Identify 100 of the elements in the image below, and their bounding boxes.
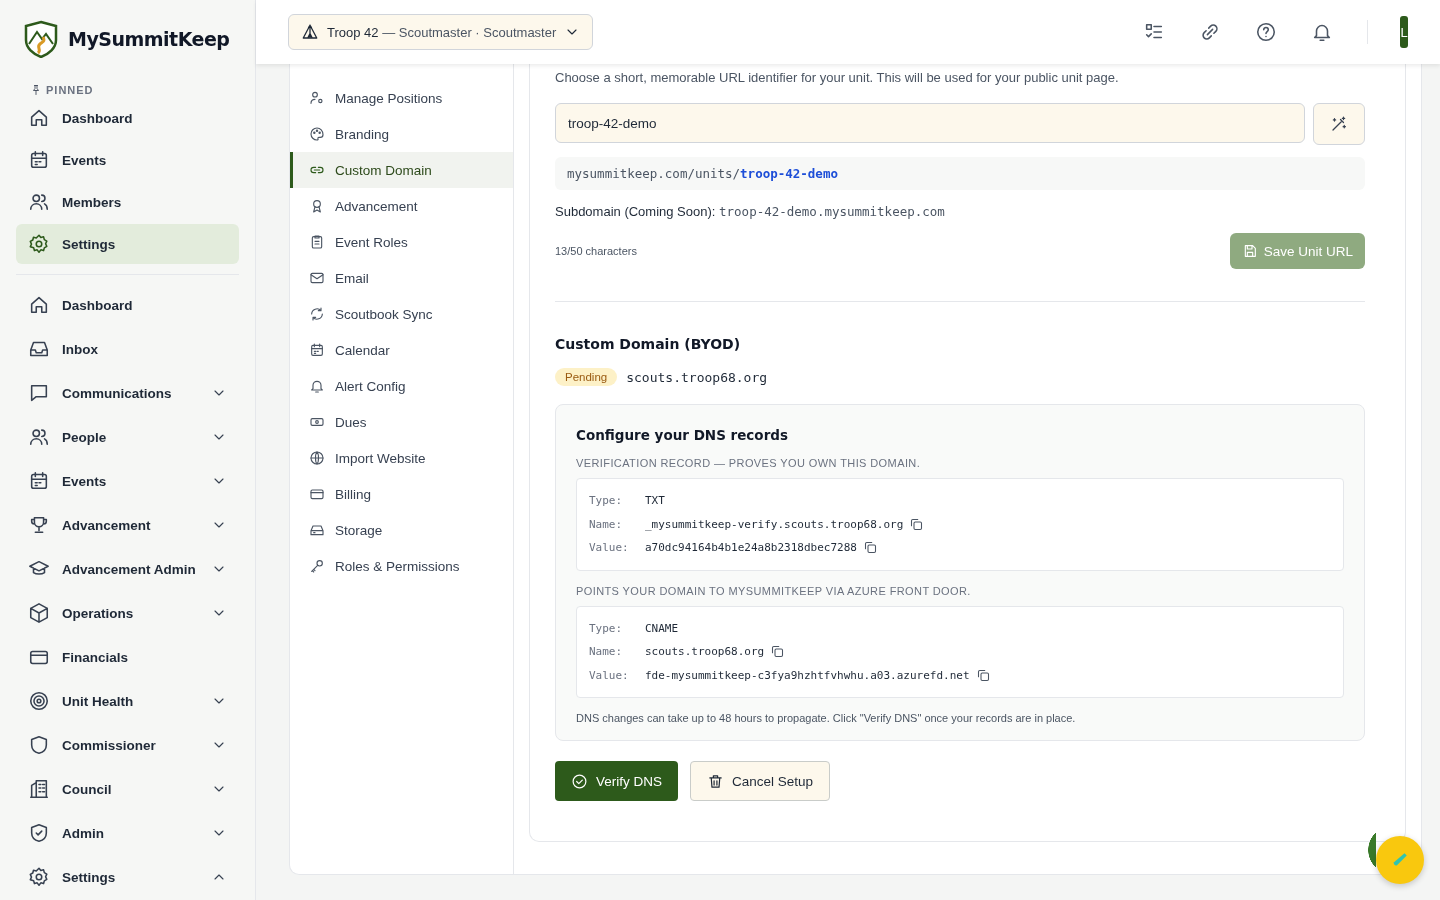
settings-nav-item[interactable]: Event Roles xyxy=(290,224,513,260)
shield-icon xyxy=(28,734,50,756)
palette-icon xyxy=(309,126,325,142)
sidebar-item[interactable]: Financials xyxy=(16,635,239,679)
field-label: Value: xyxy=(589,541,630,555)
target-icon xyxy=(28,690,50,712)
settings-icon xyxy=(28,233,50,255)
settings-nav-item[interactable]: Billing xyxy=(290,476,513,512)
field-value: _mysummitkeep-verify.scouts.troop68.org xyxy=(645,517,904,531)
settings-nav-item[interactable]: Scoutbook Sync xyxy=(290,296,513,332)
box-icon xyxy=(28,602,50,624)
record-caption: VERIFICATION RECORD — PROVES YOU OWN THIS DOMAIN. xyxy=(576,457,922,469)
subdomain-label: Subdomain (Coming Soon): xyxy=(555,204,716,219)
sidebar-item[interactable]: Communications xyxy=(16,371,239,415)
field-value: TXT xyxy=(645,494,665,508)
field-label: Name: xyxy=(589,517,624,531)
copy-icon xyxy=(770,644,786,660)
sidebar-item[interactable]: Operations xyxy=(16,591,239,635)
link-button[interactable] xyxy=(1199,21,1221,43)
copy-button[interactable] xyxy=(975,667,991,683)
field-value: scouts.troop68.org xyxy=(645,645,765,659)
sidebar-item[interactable]: Events xyxy=(16,459,239,503)
drive-icon xyxy=(309,522,325,538)
home-icon xyxy=(28,294,50,316)
field-label: Value: xyxy=(589,668,630,682)
sidebar-item[interactable]: Dashboard xyxy=(16,98,239,138)
users-icon xyxy=(28,191,50,213)
check-circle-icon xyxy=(571,772,588,790)
building-icon xyxy=(28,778,50,800)
settings-nav-item[interactable]: Advancement xyxy=(290,188,513,224)
trash-icon xyxy=(707,772,725,790)
sidebar-item[interactable]: Events xyxy=(16,140,239,180)
globe-icon xyxy=(309,450,325,466)
sidebar-item[interactable]: Advancement xyxy=(16,503,239,547)
mail-icon xyxy=(309,270,325,286)
calendar-icon xyxy=(28,149,50,171)
field-value: a70dc94164b4b1e24a8b2318dbec7288 xyxy=(645,541,857,555)
section-title: Custom Domain (BYOD) xyxy=(555,336,742,352)
sync-icon xyxy=(309,306,325,322)
sidebar-item[interactable]: Commissioner xyxy=(16,723,239,767)
settings-nav-item[interactable]: Dues xyxy=(290,404,513,440)
sidebar-item[interactable]: Members xyxy=(16,182,239,222)
settings-nav-item[interactable]: Roles & Permissions xyxy=(290,548,513,584)
copy-button[interactable] xyxy=(909,516,925,532)
bell-icon xyxy=(309,378,325,394)
key-icon xyxy=(309,558,325,574)
settings-nav-item[interactable]: Email xyxy=(290,260,513,296)
url-preview: mysummitkeep.com/units/troop-42-demo xyxy=(555,157,1365,190)
settings-nav-item[interactable]: Storage xyxy=(290,512,513,548)
calendar-icon xyxy=(28,470,50,492)
sidebar-item[interactable]: Dashboard xyxy=(16,283,239,327)
brand-name: MySummitKeep xyxy=(68,28,230,50)
status-badge: Pending xyxy=(555,368,618,386)
field-label: Name: xyxy=(589,645,624,659)
character-count: 13/50 characters xyxy=(555,245,637,257)
cancel-button[interactable]: Cancel Setup xyxy=(690,761,831,801)
user-avatar[interactable]: L xyxy=(1400,16,1408,48)
settings-nav-item[interactable]: Custom Domain xyxy=(290,152,513,188)
copy-icon xyxy=(862,540,878,556)
sidebar-item[interactable]: Council xyxy=(16,767,239,811)
help-button[interactable] xyxy=(1255,21,1277,43)
shield-check-icon xyxy=(28,822,50,844)
home-icon xyxy=(28,107,50,129)
unit-selector[interactable]: Troop 42 — Scoutmaster · Scoutmaster xyxy=(288,14,594,50)
settings-icon xyxy=(28,866,50,888)
unit-url-field[interactable]: troop-42-demo xyxy=(555,103,1305,143)
settings-nav-item[interactable]: Branding xyxy=(290,116,513,152)
clipboard-icon xyxy=(309,234,325,250)
sidebar-item[interactable]: People xyxy=(16,415,239,459)
tent-icon xyxy=(301,23,319,41)
magic-wand-icon xyxy=(1330,115,1348,133)
settings-nav-item[interactable]: Alert Config xyxy=(290,368,513,404)
verify-button[interactable]: Verify DNS xyxy=(555,761,679,801)
field-value: fde-mysummitkeep-c3fya9hzhtfvhwhu.a03.azurefd.net xyxy=(645,668,970,682)
field-label: Type: xyxy=(589,494,624,508)
sidebar-item[interactable]: Unit Health xyxy=(16,679,239,723)
help-icon xyxy=(1255,21,1277,43)
logo-icon xyxy=(24,20,58,58)
settings-nav-item[interactable]: Import Website xyxy=(290,440,513,476)
sidebar-item[interactable]: Inbox xyxy=(16,327,239,371)
settings-nav-item[interactable]: Manage Positions xyxy=(290,80,513,116)
record-caption: POINTS YOUR DOMAIN TO MYSUMMITKEEP VIA AZURE FRONT DOOR. xyxy=(576,584,972,597)
domain-name: scouts.troop68.org xyxy=(626,369,768,385)
copy-icon xyxy=(975,667,991,683)
panel-title: Configure your DNS records xyxy=(576,427,789,443)
sidebar-item[interactable]: Settings xyxy=(16,224,239,264)
dns-note: DNS changes can take up to 48 hours to propagate. Click "Verify DNS" once your records are in place. xyxy=(576,712,1077,724)
credit-card-icon xyxy=(309,486,325,502)
hint-text: Choose a short, memorable URL identifier for your unit. This will be used for your public unit page. xyxy=(555,70,1120,85)
trophy-icon xyxy=(28,514,50,536)
copy-button[interactable] xyxy=(862,540,878,556)
field-label: Type: xyxy=(589,621,624,635)
subdomain-value: troop-42-demo.mysummitkeep.com xyxy=(719,204,945,219)
copy-button[interactable] xyxy=(770,644,786,660)
sidebar-item[interactable]: Advancement Admin xyxy=(16,547,239,591)
users-icon xyxy=(28,426,50,448)
sidebar-item[interactable]: Admin xyxy=(16,811,239,855)
settings-nav-item[interactable]: Calendar xyxy=(290,332,513,368)
calendar-icon xyxy=(309,342,325,358)
sidebar-item[interactable]: Settings xyxy=(16,855,239,899)
